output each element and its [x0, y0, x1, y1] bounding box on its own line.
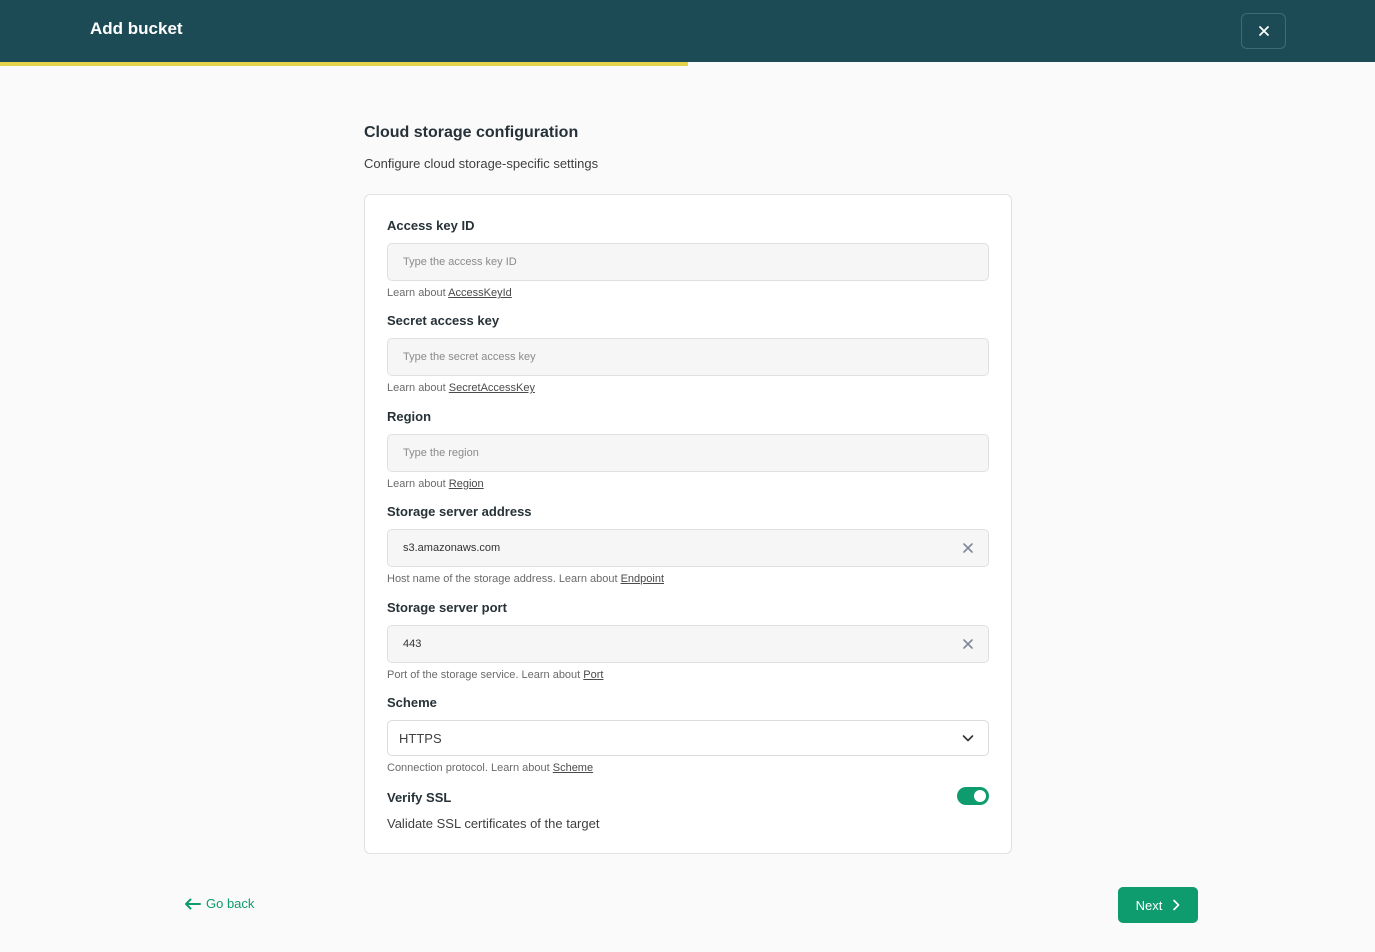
server-port-field: Storage server port Port of the storage …	[387, 599, 989, 682]
access-key-field: Access key ID Learn about AccessKeyId	[387, 217, 989, 300]
close-icon	[1258, 26, 1269, 36]
server-address-field: Storage server address Host name of the …	[387, 503, 989, 586]
region-input-wrap	[387, 434, 989, 472]
secret-key-input[interactable]	[388, 339, 988, 375]
clear-icon[interactable]	[962, 542, 974, 554]
secret-key-input-wrap	[387, 338, 989, 376]
help-text: Port of the storage service. Learn about	[387, 669, 584, 681]
access-key-input-wrap	[387, 243, 989, 281]
region-input[interactable]	[388, 435, 988, 471]
toggle-knob	[974, 790, 986, 802]
help-text: Host name of the storage address. Learn …	[387, 573, 621, 585]
server-address-label: Storage server address	[387, 504, 532, 519]
verify-ssl-label: Verify SSL	[387, 790, 452, 805]
help-text: Connection protocol. Learn about	[387, 762, 553, 774]
region-doc-link[interactable]: Region	[449, 478, 484, 490]
scheme-value: HTTPS	[399, 731, 442, 746]
server-port-input[interactable]	[388, 626, 988, 662]
region-field: Region Learn about Region	[387, 408, 989, 491]
scheme-help: Connection protocol. Learn about Scheme	[387, 761, 989, 775]
help-text: Learn about	[387, 478, 449, 490]
region-label: Region	[387, 409, 432, 424]
access-key-doc-link[interactable]: AccessKeyId	[448, 287, 512, 299]
server-address-help: Host name of the storage address. Learn …	[387, 572, 989, 586]
top-bar: Add bucket	[0, 0, 1375, 62]
arrow-left-icon	[185, 898, 201, 909]
access-key-label: Access key ID	[387, 218, 475, 233]
endpoint-doc-link[interactable]: Endpoint	[621, 573, 664, 585]
scheme-doc-link[interactable]: Scheme	[553, 762, 593, 774]
next-label: Next	[1135, 897, 1163, 913]
access-key-input[interactable]	[388, 244, 988, 280]
secret-key-doc-link[interactable]: SecretAccessKey	[449, 382, 535, 394]
server-port-input-wrap	[387, 625, 989, 663]
progress-fill	[0, 62, 688, 66]
go-back-link[interactable]: Go back	[184, 896, 254, 911]
help-text: Learn about	[387, 382, 449, 394]
close-button[interactable]	[1241, 13, 1286, 49]
help-text: Learn about	[387, 287, 449, 299]
server-address-input[interactable]	[388, 530, 988, 566]
server-port-label: Storage server port	[387, 600, 507, 615]
section-title: Cloud storage configuration	[364, 124, 579, 141]
go-back-label: Go back	[206, 896, 255, 911]
config-card: Access key ID Learn about AccessKeyId Se…	[364, 194, 1012, 854]
region-help: Learn about Region	[387, 477, 989, 491]
server-port-help: Port of the storage service. Learn about…	[387, 668, 989, 682]
section-subtitle: Configure cloud storage-specific setting…	[364, 156, 599, 171]
page-title: Add bucket	[90, 19, 183, 38]
scheme-select[interactable]: HTTPS	[387, 720, 989, 756]
verify-ssl-toggle[interactable]	[957, 787, 989, 805]
scheme-field: Scheme HTTPS Connection protocol. Learn …	[387, 694, 989, 775]
scheme-label: Scheme	[387, 695, 437, 710]
port-doc-link[interactable]: Port	[583, 669, 603, 681]
chevron-right-icon	[1173, 899, 1180, 911]
secret-key-label: Secret access key	[387, 313, 500, 328]
secret-key-help: Learn about SecretAccessKey	[387, 381, 989, 395]
access-key-help: Learn about AccessKeyId	[387, 286, 989, 300]
next-button[interactable]: Next	[1118, 887, 1198, 923]
progress-bar	[0, 62, 1375, 66]
verify-ssl-description: Validate SSL certificates of the target	[387, 816, 600, 831]
clear-icon[interactable]	[962, 638, 974, 650]
secret-key-field: Secret access key Learn about SecretAcce…	[387, 312, 989, 395]
chevron-down-icon	[962, 735, 974, 742]
server-address-input-wrap	[387, 529, 989, 567]
verify-ssl-row: Verify SSL	[387, 787, 989, 809]
